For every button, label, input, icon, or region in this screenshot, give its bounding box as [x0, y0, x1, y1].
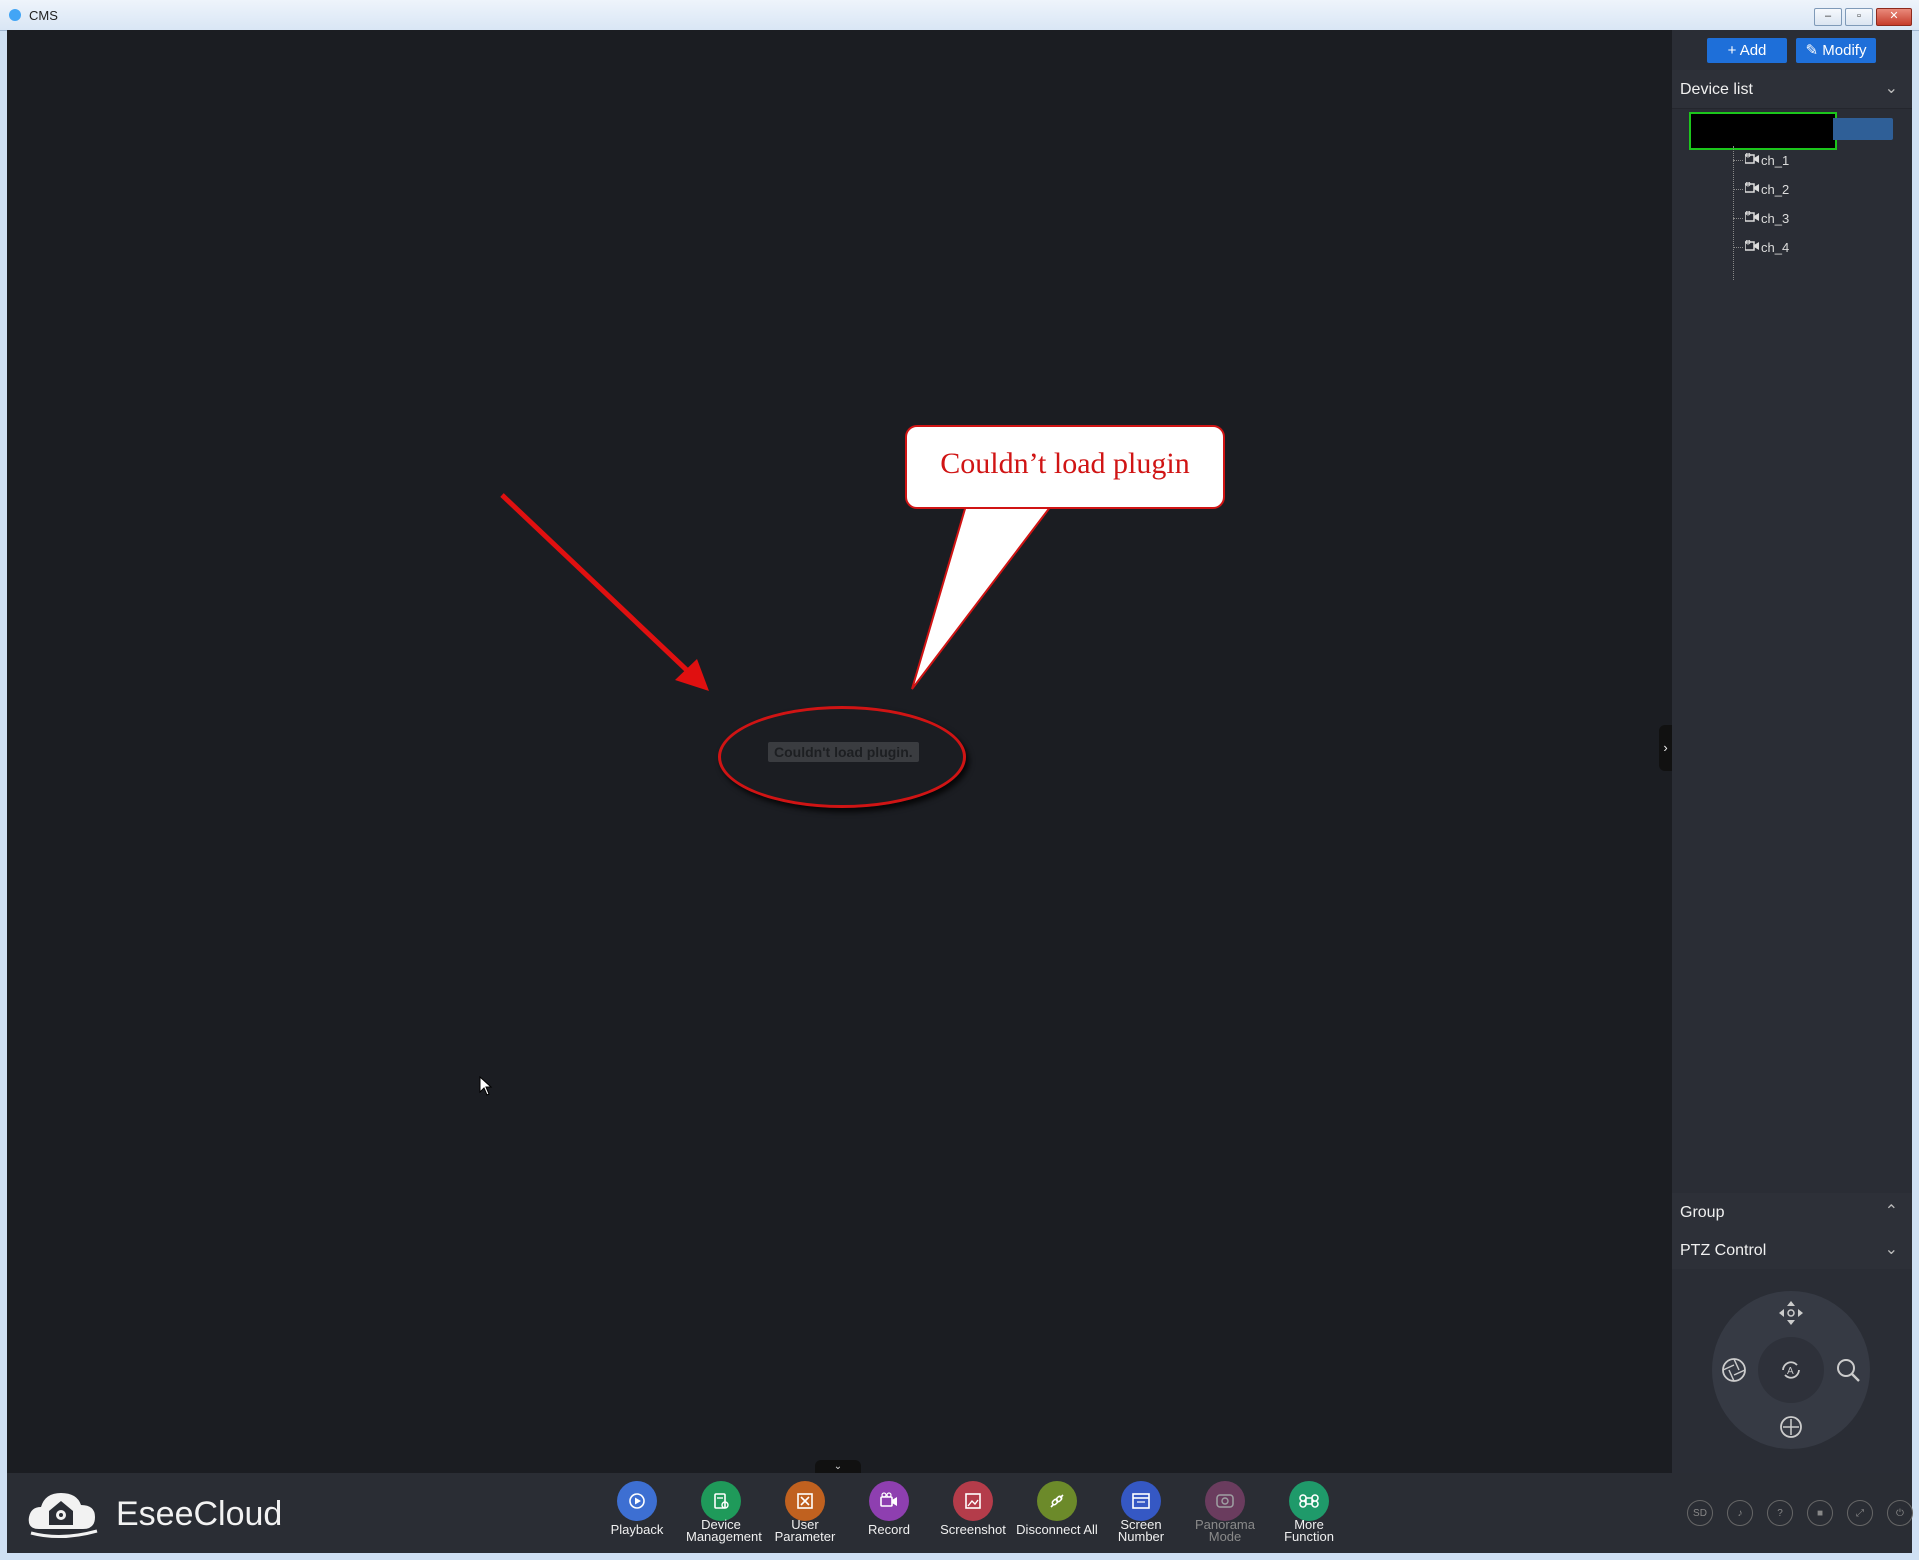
- camera-icon[interactable]: ■: [1807, 1500, 1833, 1526]
- toolbar-button-label: Playback: [610, 1522, 664, 1537]
- chevron-down-icon: ⌄: [1884, 80, 1898, 97]
- more-function-icon: [1289, 1481, 1329, 1521]
- channel-name: ch_2: [1761, 182, 1790, 197]
- playback-icon: [617, 1481, 657, 1521]
- maximize-button[interactable]: ▫: [1845, 8, 1873, 26]
- disconnect-icon: [1037, 1481, 1077, 1521]
- toolbar-button-label: Disconnect All: [1016, 1522, 1098, 1537]
- close-button[interactable]: ✕: [1876, 8, 1912, 26]
- red-arrow-shaft: [500, 493, 695, 678]
- sd-icon[interactable]: SD: [1687, 1500, 1713, 1526]
- device-list-header[interactable]: Device list ⌄: [1672, 70, 1912, 109]
- toolbar-button-screenshot[interactable]: Screenshot: [931, 1481, 1015, 1553]
- device-management-icon: [701, 1481, 741, 1521]
- bottom-toolbar: EseeCloud Playback Device Management User …: [7, 1473, 1913, 1553]
- eseecloud-logo: [28, 1493, 98, 1539]
- chevron-up-icon: ⌃: [1884, 1203, 1898, 1220]
- camera-icon: [1745, 182, 1759, 193]
- ptz-control-title: PTZ Control: [1680, 1242, 1767, 1259]
- toolbar-button-label: User Parameter: [774, 1517, 836, 1544]
- device-item-selection: [1833, 118, 1893, 140]
- channel-name: ch_1: [1761, 153, 1790, 168]
- toolbar-button-panorama[interactable]: Panorama Mode: [1183, 1481, 1267, 1553]
- toolbar-button-label: Screen Number: [1117, 1517, 1165, 1544]
- brand-name: EseeCloud: [116, 1495, 283, 1533]
- toolbar-button-label: More Function: [1284, 1517, 1334, 1544]
- record-icon: [869, 1481, 909, 1521]
- toolbar-button-label: Device Management: [686, 1517, 762, 1544]
- app-icon: [9, 9, 21, 21]
- modify-button[interactable]: ✎ Modify: [1796, 38, 1876, 63]
- app-frame: Couldn't load plugin. Couldn’t load plug…: [7, 30, 1913, 1553]
- aperture-icon[interactable]: [1720, 1356, 1748, 1384]
- red-arrow-head: [675, 659, 709, 691]
- camera-icon: [1745, 211, 1759, 222]
- window-title: CMS: [29, 8, 58, 23]
- screen-number-icon: [1121, 1481, 1161, 1521]
- chevron-down-icon: ⌄: [1884, 1241, 1898, 1258]
- toolbar-button-user-parameter[interactable]: User Parameter: [763, 1481, 847, 1553]
- toolbar-button-screen-number[interactable]: Screen Number: [1099, 1481, 1183, 1553]
- volume-icon[interactable]: ♪: [1727, 1500, 1753, 1526]
- group-header[interactable]: Group ⌃: [1672, 1193, 1912, 1232]
- channel-name: ch_4: [1761, 240, 1790, 255]
- toolbar-button-record[interactable]: Record: [847, 1481, 931, 1553]
- ptz-control-pad: A: [1672, 1269, 1912, 1473]
- modify-label: Modify: [1822, 42, 1867, 59]
- right-panel: + Add ✎ Modify Device list ⌄ ch_1 ch_2 c…: [1672, 30, 1912, 1473]
- highlight-ellipse: [718, 706, 966, 808]
- fullscreen-icon[interactable]: ⤢: [1847, 1500, 1873, 1526]
- ptz-auto-button[interactable]: A: [1758, 1337, 1824, 1403]
- toolbar-button-label: Record: [868, 1522, 910, 1537]
- panel-top-bar: + Add ✎ Modify: [1672, 30, 1912, 70]
- tree-branch: [1733, 218, 1743, 219]
- move-icon[interactable]: [1777, 1299, 1805, 1327]
- focus-icon[interactable]: [1777, 1413, 1805, 1441]
- zoom-icon[interactable]: [1834, 1356, 1862, 1384]
- add-button[interactable]: + Add: [1707, 38, 1787, 63]
- toolbar-button-device-management[interactable]: Device Management: [679, 1481, 763, 1553]
- panorama-icon: [1205, 1481, 1245, 1521]
- help-icon[interactable]: ?: [1767, 1500, 1793, 1526]
- window-titlebar: CMS – ▫ ✕: [0, 0, 1919, 31]
- tree-connector: [1733, 146, 1734, 280]
- ptz-disc: A: [1712, 1291, 1870, 1449]
- toolbar-expand-tab[interactable]: ⌄: [815, 1460, 861, 1473]
- tree-branch: [1733, 189, 1743, 190]
- minimize-button[interactable]: –: [1814, 8, 1842, 26]
- video-area[interactable]: Couldn't load plugin. Couldn’t load plug…: [7, 30, 1672, 1473]
- device-item-redacted[interactable]: [1689, 112, 1837, 150]
- toolbar-button-label: Screenshot: [940, 1522, 1006, 1537]
- channel-name: ch_3: [1761, 211, 1790, 226]
- tree-branch: [1733, 160, 1743, 161]
- device-list-title: Device list: [1680, 81, 1753, 98]
- edit-icon: ✎: [1805, 42, 1823, 59]
- toolbar-button-label: Panorama Mode: [1195, 1517, 1255, 1544]
- screenshot-icon: [953, 1481, 993, 1521]
- panel-collapse-toggle[interactable]: ›: [1659, 725, 1672, 771]
- camera-icon: [1745, 240, 1759, 251]
- callout-text: Couldn’t load plugin: [940, 447, 1190, 480]
- callout-bubble: Couldn’t load plugin: [905, 425, 1225, 509]
- group-title: Group: [1680, 1204, 1725, 1221]
- auto-rotate-icon: A: [1782, 1361, 1800, 1379]
- mouse-cursor: [479, 1076, 493, 1096]
- callout-tail: [911, 501, 1057, 690]
- tree-branch: [1733, 247, 1743, 248]
- camera-icon: [1745, 153, 1759, 164]
- ptz-control-header[interactable]: PTZ Control ⌄: [1672, 1231, 1912, 1270]
- power-icon[interactable]: ⏻: [1887, 1500, 1913, 1526]
- toolbar-button-playback[interactable]: Playback: [595, 1481, 679, 1553]
- svg-text:A: A: [1787, 1366, 1794, 1377]
- user-parameter-icon: [785, 1481, 825, 1521]
- toolbar-button-more-function[interactable]: More Function: [1267, 1481, 1351, 1553]
- toolbar-button-disconnect[interactable]: Disconnect All: [1015, 1481, 1099, 1553]
